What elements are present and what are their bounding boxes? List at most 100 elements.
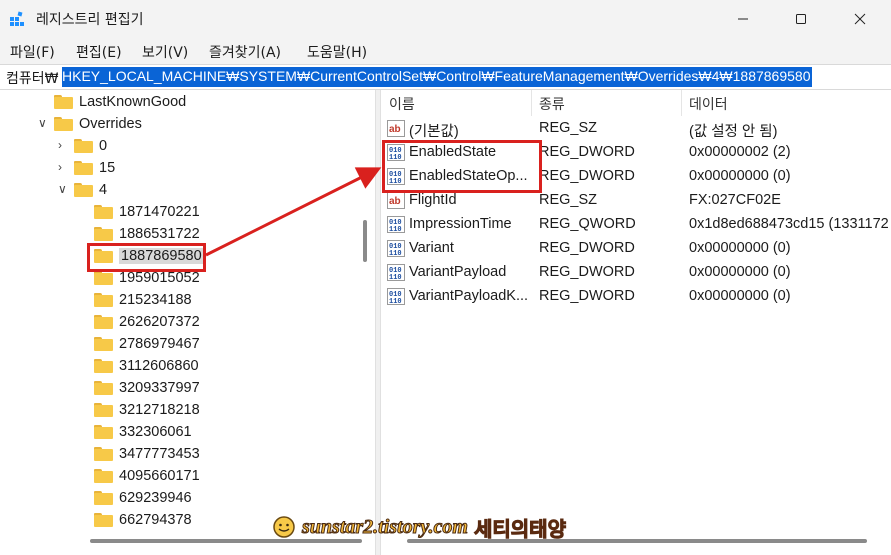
binary-value-icon: 010110 [387,264,405,281]
window-title: 레지스트리 편집기 [36,12,144,28]
tree-item-label: 3209337997 [119,380,200,396]
tree-item-label: 0 [99,138,108,154]
tree-item-label: 2626207372 [119,314,200,330]
column-separator[interactable] [531,90,532,116]
value-data: 0x1d8ed688473cd15 (1331172 [689,216,889,232]
value-row[interactable]: 010 110 Variant REG_DWORD 0x00000000 (0) [381,237,891,261]
value-type: REG_DWORD [539,240,635,256]
tree-item[interactable]: 629239946 [94,487,192,509]
tree-item[interactable]: 662794378 [94,509,192,531]
tree-item-label: 1959015052 [119,270,200,286]
address-bar[interactable]: 컴퓨터₩ HKEY_LOCAL_MACHINE₩SYSTEM₩CurrentCo… [0,64,891,90]
chevron-right-icon[interactable]: › [58,138,62,152]
tree-item[interactable]: ∨ 4 [58,179,108,201]
tree-item[interactable]: › 15 [58,157,116,179]
chevron-right-icon[interactable]: › [58,160,62,174]
menu-edit[interactable]: 편집(E) [76,42,122,62]
folder-icon [54,95,73,109]
folder-icon [94,469,113,483]
folder-icon [74,183,93,197]
svg-text:110: 110 [389,274,402,281]
value-row[interactable]: ab (기본값) REG_SZ (값 설정 안 됨) [381,117,891,141]
minimize-icon [738,18,748,20]
tree-item[interactable]: LastKnownGood [54,91,186,113]
value-name: Variant [409,240,454,256]
folder-icon [94,403,113,417]
value-data: FX:027CF02E [689,192,781,208]
tree-item[interactable]: 1886531722 [94,223,200,245]
tree-selection-highlight [87,243,206,272]
tree-item-label: 215234188 [119,292,192,308]
folder-icon [94,227,113,241]
column-header-type[interactable]: 종류 [539,94,565,114]
binary-value-icon: 010110 [387,288,405,305]
tree-item[interactable]: 4095660171 [94,465,200,487]
title-bar: 레지스트리 편집기 [0,0,891,38]
value-row[interactable]: 010 110 VariantPayload REG_DWORD 0x00000000 … [381,261,891,285]
tree-item-label: 629239946 [119,490,192,506]
value-name: VariantPayload [409,264,507,280]
tree-item[interactable]: › 0 [58,135,108,157]
value-row[interactable]: 010 110 VariantPayloadK... REG_DWORD 0x00000… [381,285,891,309]
value-type: REG_DWORD [539,288,635,304]
value-data: (값 설정 안 됨) [689,124,778,140]
maximize-icon [796,14,806,24]
tree-item[interactable]: 3212718218 [94,399,200,421]
tree-vertical-scrollbar[interactable] [362,90,368,530]
values-highlight [382,140,542,193]
registry-editor-icon [10,11,24,26]
tree-item[interactable]: 332306061 [94,421,192,443]
value-type: REG_SZ [539,192,598,208]
tree-item[interactable]: ∨ Overrides [38,113,142,135]
close-icon [854,13,866,25]
tree-item-label: 1871470221 [119,204,200,220]
folder-icon [94,337,113,351]
tree-item[interactable]: 3112606860 [94,355,199,377]
folder-icon [94,447,113,461]
tree-item[interactable]: 3209337997 [94,377,200,399]
svg-text:ab: ab [389,196,401,207]
column-header-data[interactable]: 데이터 [689,94,728,114]
value-type: REG_DWORD [539,144,635,160]
key-tree-pane[interactable]: LastKnownGood ∨ Overrides › 0 › 15 ∨ 4 1871470221… [0,90,375,555]
tree-item[interactable]: 215234188 [94,289,192,311]
tree-item[interactable]: 3477773453 [94,443,200,465]
tree-item-label: 15 [99,160,116,176]
tree-item[interactable]: 2626207372 [94,311,200,333]
svg-text:110: 110 [389,226,402,233]
tree-item-label: 4 [99,182,108,198]
menu-bar: 파일(F) 편집(E) 보기(V) 즐겨찾기(A) 도움말(H) [0,38,891,64]
maximize-button[interactable] [778,0,824,38]
value-data: 0x00000002 (2) [689,144,791,160]
menu-favorites[interactable]: 즐겨찾기(A) [209,42,281,62]
column-separator[interactable] [681,90,682,116]
column-header-name[interactable]: 이름 [389,94,415,114]
svg-text:ab: ab [389,124,401,135]
tree-item-label: 3477773453 [119,446,200,462]
tree-item-label: 2786979467 [119,336,200,352]
tree-vertical-scroll-thumb[interactable] [363,220,367,262]
smiley-icon [273,516,295,538]
chevron-down-icon[interactable]: ∨ [58,182,67,196]
minimize-button[interactable] [720,0,766,38]
folder-icon [94,315,113,329]
chevron-down-icon[interactable]: ∨ [38,116,47,130]
menu-file[interactable]: 파일(F) [10,42,55,62]
watermark-url: sunstar2.tistory.com [302,515,469,538]
address-path[interactable]: HKEY_LOCAL_MACHINE₩SYSTEM₩CurrentControl… [62,67,813,87]
folder-icon [54,117,73,131]
tree-item-label: 662794378 [119,512,192,528]
tree-item[interactable]: 2786979467 [94,333,200,355]
folder-icon [94,271,113,285]
value-type: REG_SZ [539,120,598,136]
menu-view[interactable]: 보기(V) [142,42,188,62]
binary-value-icon: 010110 [387,216,405,233]
close-button[interactable] [837,0,883,38]
tree-item-label: 1886531722 [119,226,200,242]
value-row[interactable]: 010 110 ImpressionTime REG_QWORD 0x1d8ed6884… [381,213,891,237]
value-data: 0x00000000 (0) [689,168,791,184]
tree-item-label: 4095660171 [119,468,200,484]
value-name: FlightId [409,192,457,208]
menu-help[interactable]: 도움말(H) [307,42,367,62]
tree-item[interactable]: 1871470221 [94,201,200,223]
